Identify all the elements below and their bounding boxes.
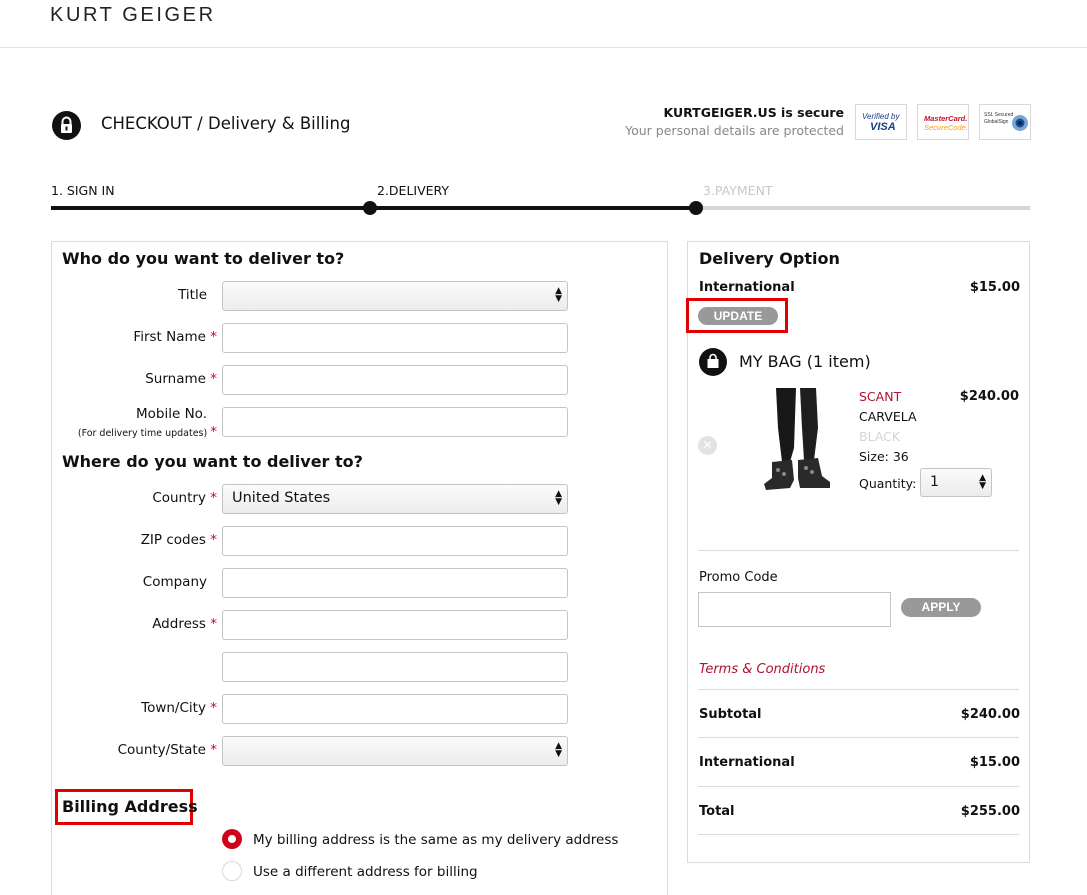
summary-divider (698, 689, 1019, 690)
title-label: Title (178, 287, 207, 303)
globalsign-eye-icon (1012, 115, 1028, 131)
surname-label: Surname * (145, 371, 217, 387)
my-bag-title: MY BAG (1 item) (739, 352, 871, 371)
title-select[interactable]: ▲ ▼ (222, 281, 568, 311)
secure-title: KURTGEIGER.US is secure (663, 105, 844, 120)
billing-same-radio[interactable] (222, 829, 242, 849)
mobile-input[interactable] (222, 407, 568, 437)
summary-divider (698, 550, 1019, 551)
progress-dot-payment (689, 201, 703, 215)
first-name-input[interactable] (222, 323, 568, 353)
total-value: $255.00 (960, 804, 1020, 819)
quantity-select[interactable]: 1 ▲ ▼ (920, 468, 992, 497)
zip-label: ZIP codes * (140, 532, 217, 548)
summary-divider (698, 737, 1019, 738)
select-arrows-icon: ▲ ▼ (555, 741, 562, 759)
terms-link[interactable]: Terms & Conditions (699, 662, 825, 677)
promo-code-input[interactable] (698, 592, 891, 627)
remove-item-icon[interactable]: ✕ (698, 436, 717, 455)
mastercard-securecode-badge: MasterCard. SecureCode. (917, 104, 969, 140)
delivery-price: $15.00 (969, 280, 1020, 295)
verified-by-visa-badge: Verified by VISA (855, 104, 907, 140)
country-select[interactable]: United States ▲ ▼ (222, 484, 568, 514)
subtotal-label: Subtotal (699, 707, 762, 722)
header-divider (0, 47, 1087, 48)
shipping-label: International (699, 755, 795, 770)
select-arrows-icon: ▲ ▼ (555, 286, 562, 304)
apply-button[interactable]: APPLY (901, 598, 981, 617)
mobile-label: Mobile No. (136, 406, 207, 422)
billing-same-label[interactable]: My billing address is the same as my del… (253, 832, 618, 848)
product-size: Size: 36 (859, 449, 909, 464)
shipping-value: $15.00 (969, 755, 1020, 770)
select-arrows-icon: ▲ ▼ (555, 489, 562, 507)
product-image[interactable] (760, 388, 840, 498)
address-label: Address * (152, 616, 217, 632)
town-input[interactable] (222, 694, 568, 724)
quantity-label: Quantity: (859, 476, 917, 491)
zip-input[interactable] (222, 526, 568, 556)
bag-icon (699, 348, 727, 376)
where-deliver-heading: Where do you want to deliver to? (62, 452, 363, 471)
town-label: Town/City * (141, 700, 217, 716)
address-line2-input[interactable] (222, 652, 568, 682)
company-input[interactable] (222, 568, 568, 598)
promo-code-label: Promo Code (699, 570, 778, 585)
secure-subtitle: Your personal details are protected (625, 123, 844, 138)
surname-input[interactable] (222, 365, 568, 395)
delivery-method: International (699, 280, 795, 295)
who-deliver-heading: Who do you want to deliver to? (62, 249, 345, 268)
total-label: Total (699, 804, 735, 819)
update-button[interactable]: UPDATE (698, 307, 778, 325)
address-input[interactable] (222, 610, 568, 640)
step-sign-in[interactable]: 1. SIGN IN (51, 183, 115, 198)
company-label: Company (142, 574, 207, 590)
delivery-option-heading: Delivery Option (699, 249, 840, 268)
summary-divider (698, 786, 1019, 787)
mobile-note: (For delivery time updates) * (77, 424, 217, 440)
county-select[interactable]: ▲ ▼ (222, 736, 568, 766)
globalsign-ssl-badge: SSL Secured GlobalSign (979, 104, 1031, 140)
progress-dot-delivery (363, 201, 377, 215)
select-arrows-icon: ▲ ▼ (979, 473, 986, 491)
subtotal-value: $240.00 (960, 707, 1020, 722)
billing-address-heading: Billing Address (62, 797, 198, 816)
page-title: CHECKOUT / Delivery & Billing (101, 114, 351, 133)
product-price: $240.00 (959, 389, 1019, 404)
lock-icon (52, 111, 81, 140)
product-name[interactable]: SCANT (859, 389, 901, 404)
billing-different-label[interactable]: Use a different address for billing (253, 864, 478, 880)
step-delivery: 2.DELIVERY (377, 183, 450, 198)
summary-divider (698, 834, 1019, 835)
product-color: BLACK (859, 429, 901, 444)
billing-different-radio[interactable] (222, 861, 242, 881)
progress-bar-remaining (696, 206, 1030, 210)
county-label: County/State * (117, 742, 217, 758)
country-label: Country * (152, 490, 217, 506)
brand-logo[interactable]: KURT GEIGER (50, 4, 216, 27)
step-payment: 3.PAYMENT (703, 183, 773, 198)
first-name-label: First Name * (133, 329, 217, 345)
product-brand: CARVELA (859, 409, 917, 424)
